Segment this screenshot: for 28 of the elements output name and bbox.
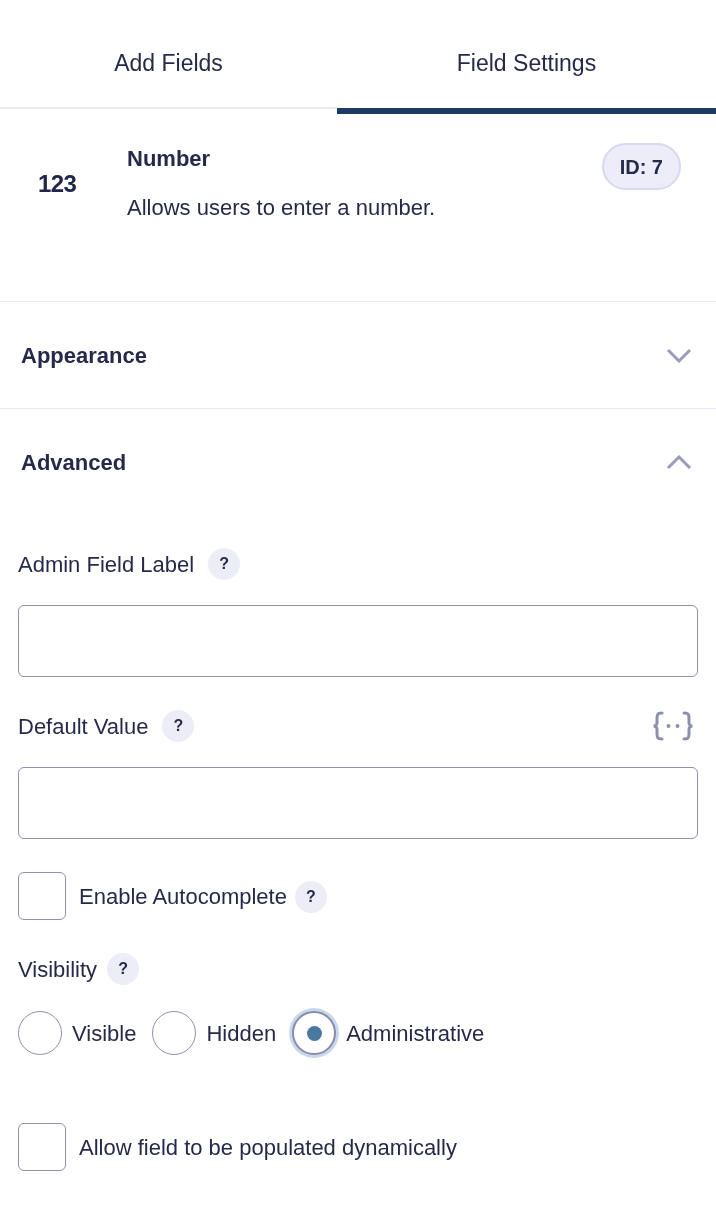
id-badge: ID: 7 [601, 143, 681, 190]
radio-label: Hidden [206, 1019, 277, 1048]
chevron-down-icon[interactable] [666, 347, 692, 363]
radio-label: Administrative [346, 1019, 485, 1048]
section-header[interactable]: Advanced [0, 409, 716, 516]
text-input[interactable] [18, 605, 698, 677]
merge-tag-icon[interactable] [652, 710, 694, 742]
checkbox[interactable] [18, 872, 66, 920]
radio-button[interactable] [289, 1008, 340, 1058]
field-name: Number [127, 145, 212, 173]
chevron-up-icon[interactable] [666, 455, 692, 470]
field-description: Allows users to enter a number. [127, 194, 437, 222]
help-icon[interactable]: ? [162, 710, 195, 742]
field-label: Visibility [18, 955, 98, 984]
tab[interactable]: Add Fields [0, 0, 337, 109]
tab[interactable]: Field Settings [337, 0, 716, 114]
radio-label: Visible [72, 1019, 137, 1048]
field-type-icon: 123 [38, 172, 77, 196]
field-label: Admin Field Label [18, 550, 195, 579]
checkbox[interactable] [18, 1123, 66, 1171]
checkbox-label: Allow field to be populated dynamically [79, 1133, 457, 1162]
help-icon[interactable]: ? [208, 548, 241, 580]
checkbox-label: Enable Autocomplete [79, 882, 287, 911]
help-icon[interactable]: ? [107, 953, 140, 985]
text-input[interactable] [18, 767, 698, 839]
help-icon[interactable]: ? [294, 881, 327, 913]
section-header[interactable]: Appearance [0, 302, 716, 409]
field-label: Default Value [18, 712, 149, 741]
